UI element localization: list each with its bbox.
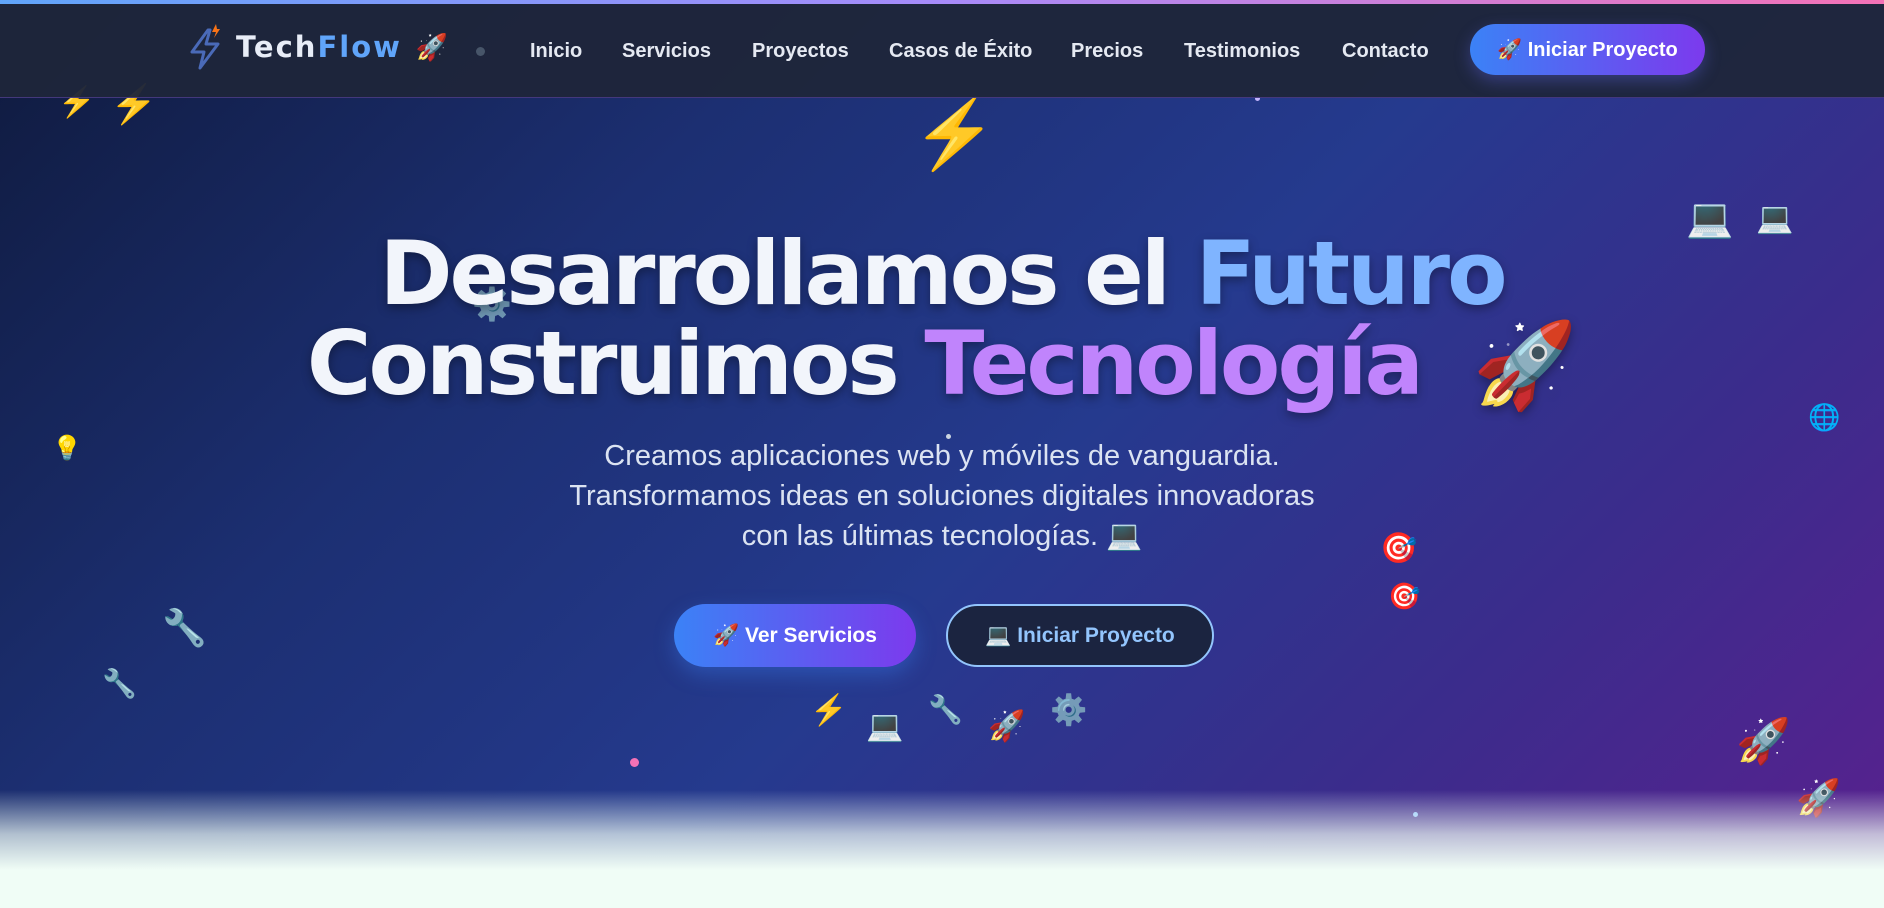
lightbulb-icon: 💡 bbox=[52, 435, 82, 462]
hero-headline-line1: Desarrollamos el Futuro bbox=[0, 222, 1884, 325]
nav-link-casos-de-exito[interactable]: Casos de Éxito bbox=[889, 40, 1032, 63]
lightning-icon: ⚡ bbox=[810, 694, 848, 727]
gear-icon: ⚙️ bbox=[1050, 694, 1088, 727]
nav-link-proyectos[interactable]: Proyectos bbox=[752, 40, 849, 63]
subtitle-line: Transformamos ideas en soluciones digita… bbox=[569, 480, 1315, 512]
headline-highlight-futuro: Futuro bbox=[1195, 222, 1508, 325]
headline-prefix: Construimos bbox=[306, 312, 925, 415]
subtitle-line: con las últimas tecnologías. 💻 bbox=[741, 520, 1143, 552]
ver-servicios-button[interactable]: 🚀 Ver Servicios bbox=[674, 604, 916, 667]
nav-link-precios[interactable]: Precios bbox=[1071, 40, 1143, 63]
wrench-icon: 🔧 bbox=[162, 607, 207, 648]
iniciar-proyecto-nav-button[interactable]: 🚀 Iniciar Proyecto bbox=[1470, 24, 1705, 75]
nav-link-contacto[interactable]: Contacto bbox=[1342, 40, 1429, 63]
navbar: TechFlow 🚀 Inicio Servicios Proyectos Ca… bbox=[0, 4, 1884, 98]
iniciar-proyecto-hero-button[interactable]: 💻 Iniciar Proyecto bbox=[946, 604, 1214, 667]
wrench-icon: 🔧 bbox=[928, 694, 963, 725]
top-accent-line bbox=[0, 0, 1884, 4]
headline-prefix: Desarrollamos el bbox=[379, 222, 1196, 325]
lightning-icon: ⚡ bbox=[912, 96, 997, 172]
nav-link-servicios[interactable]: Servicios bbox=[622, 40, 711, 63]
headline-highlight-tecnologia: Tecnología bbox=[924, 312, 1423, 415]
hero-bottom-fade bbox=[0, 790, 1884, 870]
rocket-icon: 🚀 bbox=[1736, 717, 1791, 766]
wrench-icon: 🔧 bbox=[102, 668, 137, 699]
hero-subtitle: Creamos aplicaciones web y móviles de va… bbox=[442, 436, 1442, 556]
hero-section: ⚡ ⚡ ⚡ 💻 💻 ⚙️ 🌐 💡 🎯 🎯 🔧 🔧 ⚡ 💻 🔧 🚀 ⚙️ 🚀 🚀 … bbox=[0, 0, 1884, 870]
hero-headline-line2: Construimos Tecnología 🚀 bbox=[0, 312, 1884, 415]
target-icon: 🎯 bbox=[1388, 581, 1421, 611]
laptop-icon: 💻 bbox=[866, 710, 904, 743]
subtitle-line: Creamos aplicaciones web y móviles de va… bbox=[604, 440, 1280, 472]
nav-link-inicio[interactable]: Inicio bbox=[530, 40, 582, 63]
rocket-icon: 🚀 bbox=[1472, 316, 1578, 414]
sparkle-dot bbox=[630, 758, 639, 767]
nav-link-testimonios[interactable]: Testimonios bbox=[1184, 40, 1300, 63]
rocket-icon: 🚀 bbox=[988, 710, 1026, 743]
